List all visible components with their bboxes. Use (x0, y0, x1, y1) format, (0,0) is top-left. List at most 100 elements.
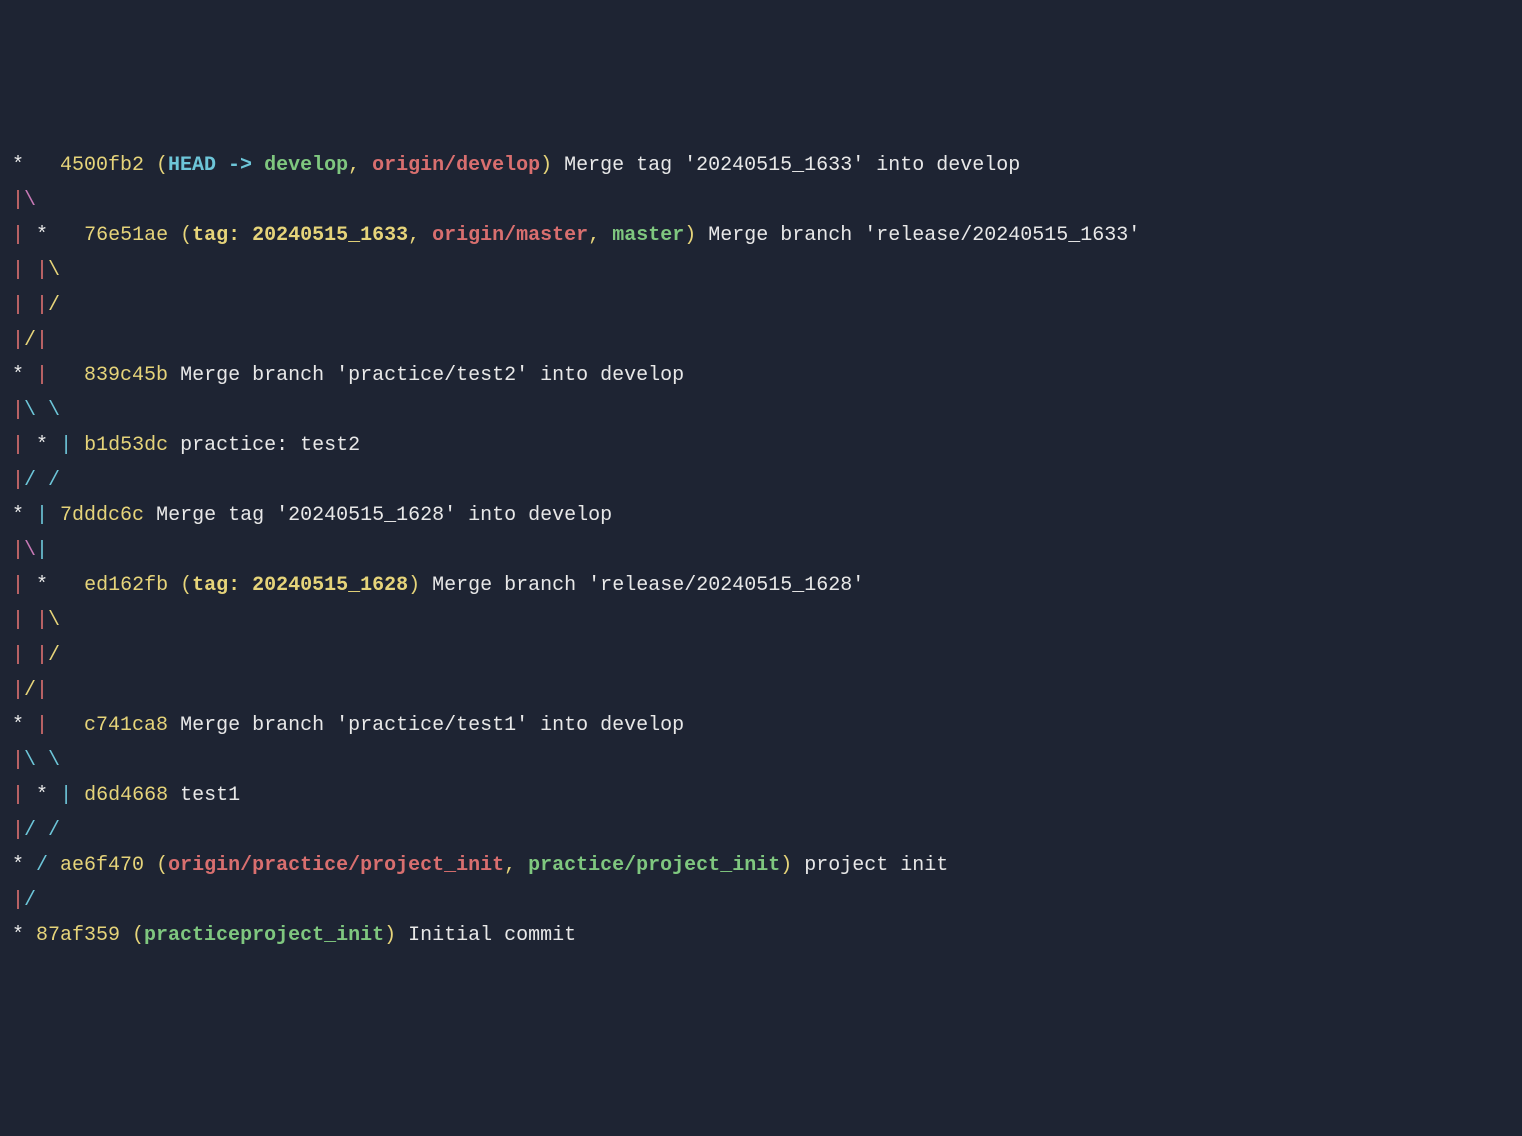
git-log-line: |/| (12, 323, 1510, 358)
git-log-segment: ) (684, 224, 696, 247)
git-log-segment (48, 504, 60, 527)
git-log-segment: / (24, 469, 36, 492)
git-log-output: * 4500fb2 (HEAD -> develop, origin/devel… (12, 148, 1510, 953)
git-log-segment: | (12, 819, 24, 842)
git-log-segment: tag: 20240515_1633 (192, 224, 408, 247)
git-log-segment: ( (144, 154, 168, 177)
git-log-segment: * (12, 154, 60, 177)
git-log-segment: practice/project_init (528, 854, 780, 877)
git-log-segment: , (504, 854, 528, 877)
git-log-segment (24, 224, 36, 247)
git-log-segment: | (12, 784, 24, 807)
git-log-segment: * (36, 434, 48, 457)
git-log-segment: ) (408, 574, 420, 597)
git-log-segment: | (60, 434, 72, 457)
git-log-segment: | (12, 399, 24, 422)
git-log-segment: / (48, 294, 60, 317)
git-log-segment: * (36, 784, 48, 807)
git-log-segment: | (12, 749, 24, 772)
git-log-segment: | (12, 539, 24, 562)
git-log-segment: ae6f470 (60, 854, 144, 877)
git-log-segment: ( (168, 224, 192, 247)
git-log-segment: 76e51ae (84, 224, 168, 247)
git-log-segment: / (48, 644, 60, 667)
git-log-segment: d6d4668 (84, 784, 168, 807)
git-log-segment: | (36, 714, 48, 737)
git-log-segment (48, 714, 84, 737)
git-log-segment: | (12, 294, 24, 317)
git-log-line: * 87af359 (practiceproject_init) Initial… (12, 918, 1510, 953)
git-log-segment: practiceproject_init (144, 924, 384, 947)
git-log-segment: | (36, 329, 48, 352)
git-log-segment: / (36, 854, 48, 877)
git-log-segment (72, 434, 84, 457)
git-log-segment: * (12, 924, 36, 947)
git-log-segment: Merge tag '20240515_1628' into develop (144, 504, 612, 527)
git-log-line: | |/ (12, 638, 1510, 673)
git-log-segment: tag: 20240515_1628 (192, 574, 408, 597)
git-log-segment (48, 784, 60, 807)
git-log-segment: / (24, 889, 36, 912)
git-log-segment: ) (540, 154, 552, 177)
git-log-segment: ( (120, 924, 144, 947)
git-log-segment: 7dddc6c (60, 504, 144, 527)
git-log-line: |\ (12, 183, 1510, 218)
git-log-line: | * | d6d4668 test1 (12, 778, 1510, 813)
git-log-segment (24, 294, 36, 317)
git-log-segment: \ (24, 539, 36, 562)
git-log-line: | * 76e51ae (tag: 20240515_1633, origin/… (12, 218, 1510, 253)
git-log-segment: | (12, 329, 24, 352)
git-log-line: |\ \ (12, 743, 1510, 778)
git-log-segment: project init (792, 854, 948, 877)
git-log-segment: \ (24, 399, 36, 422)
git-log-segment: ) (780, 854, 792, 877)
git-log-segment (24, 434, 36, 457)
git-log-line: * | c741ca8 Merge branch 'practice/test1… (12, 708, 1510, 743)
git-log-segment: / (24, 679, 36, 702)
git-log-segment: , (348, 154, 372, 177)
git-log-segment: Merge branch 'release/20240515_1633' (696, 224, 1140, 247)
git-log-segment: 4500fb2 (60, 154, 144, 177)
git-log-line: | |\ (12, 603, 1510, 638)
git-log-segment: ) (384, 924, 396, 947)
git-log-segment: 839c45b (84, 364, 168, 387)
git-log-segment: \ (24, 189, 36, 212)
git-log-segment: Merge branch 'practice/test2' into devel… (168, 364, 684, 387)
git-log-line: * | 7dddc6c Merge tag '20240515_1628' in… (12, 498, 1510, 533)
git-log-segment: | (12, 889, 24, 912)
git-log-segment: | (12, 609, 24, 632)
git-log-segment: | (36, 294, 48, 317)
git-log-segment: | (12, 469, 24, 492)
git-log-segment (48, 364, 84, 387)
git-log-segment (24, 644, 36, 667)
git-log-segment: , (588, 224, 612, 247)
git-log-segment: Merge tag '20240515_1633' into develop (552, 154, 1020, 177)
git-log-line: | |\ (12, 253, 1510, 288)
git-log-line: | |/ (12, 288, 1510, 323)
git-log-segment: 87af359 (36, 924, 120, 947)
git-log-line: * | 839c45b Merge branch 'practice/test2… (12, 358, 1510, 393)
git-log-segment (24, 784, 36, 807)
git-log-segment: | (36, 609, 48, 632)
git-log-segment: | (12, 434, 24, 457)
git-log-segment (48, 854, 60, 877)
git-log-segment: HEAD -> (168, 154, 264, 177)
git-log-segment: * (36, 224, 48, 247)
git-log-segment: develop (264, 154, 348, 177)
git-log-line: |\| (12, 533, 1510, 568)
git-log-segment: origin/develop (372, 154, 540, 177)
git-log-segment: origin/master (432, 224, 588, 247)
git-log-segment: ( (144, 854, 168, 877)
git-log-segment: / (48, 469, 60, 492)
git-log-segment: | (12, 574, 24, 597)
git-log-segment (36, 469, 48, 492)
git-log-segment (24, 609, 36, 632)
git-log-segment (36, 819, 48, 842)
git-log-segment: | (36, 539, 48, 562)
git-log-segment: c741ca8 (84, 714, 168, 737)
git-log-segment: \ (48, 609, 60, 632)
git-log-segment: practice: test2 (168, 434, 360, 457)
git-log-line: * / ae6f470 (origin/practice/project_ini… (12, 848, 1510, 883)
git-log-segment: test1 (168, 784, 240, 807)
git-log-segment: * (12, 364, 36, 387)
